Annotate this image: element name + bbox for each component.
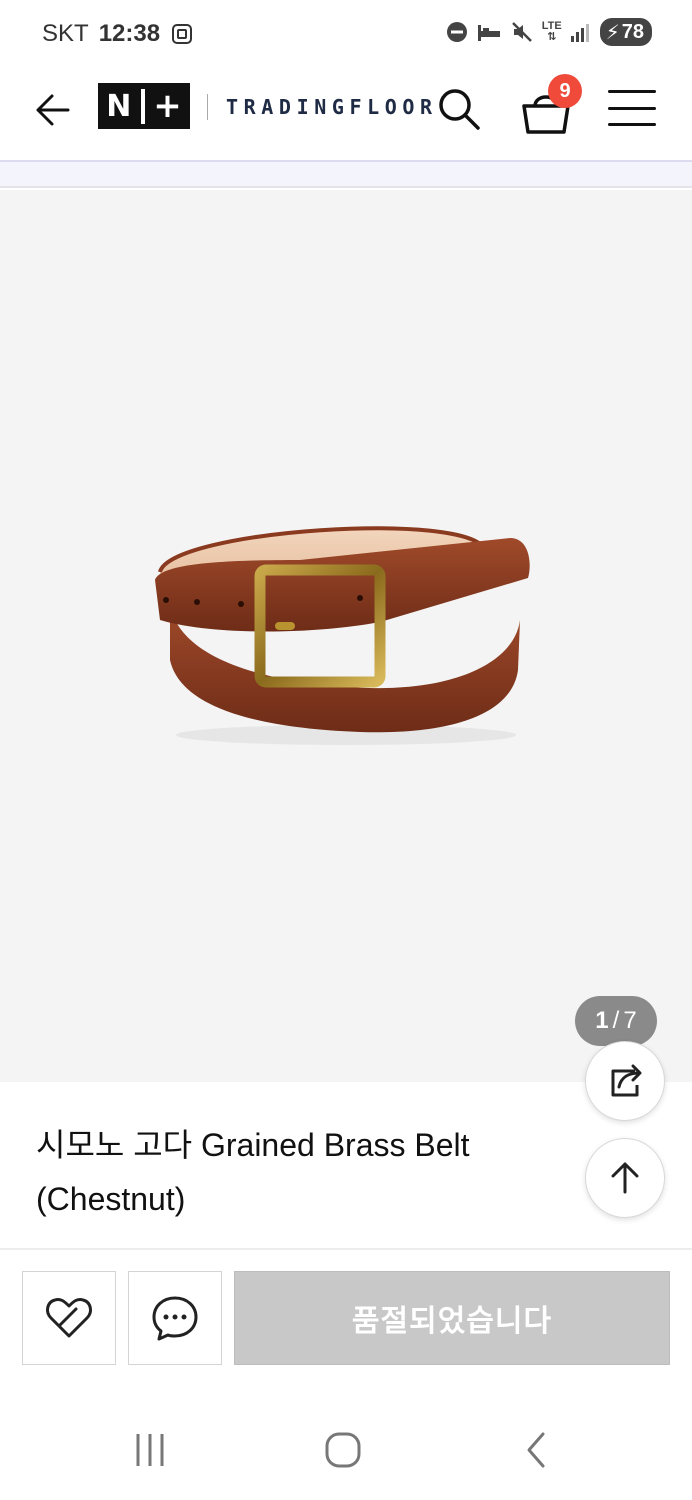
share-icon bbox=[611, 1064, 642, 1097]
clock-label: 12:38 bbox=[98, 20, 161, 47]
logo-n: N bbox=[106, 88, 146, 124]
mute-icon bbox=[510, 20, 534, 44]
home-button[interactable] bbox=[318, 1428, 368, 1472]
system-back-button[interactable] bbox=[512, 1428, 562, 1472]
brand-logo[interactable]: N + bbox=[98, 83, 190, 129]
menu-line bbox=[608, 90, 656, 93]
menu-line bbox=[608, 123, 656, 126]
charging-icon: ⚡ bbox=[605, 21, 620, 44]
header-sub-band bbox=[0, 162, 692, 188]
product-title: 시모노 고다 Grained Brass Belt (Chestnut) bbox=[36, 1127, 470, 1217]
status-right: LTE ⇅ ⚡ 78 bbox=[446, 18, 652, 46]
purchase-action-bar: 품절되었습니다 bbox=[0, 1250, 692, 1380]
recents-button[interactable] bbox=[125, 1428, 175, 1472]
soldout-button[interactable]: 품절되었습니다 bbox=[234, 1271, 670, 1365]
menu-button[interactable] bbox=[606, 86, 658, 130]
dnd-icon bbox=[446, 21, 468, 43]
heart-tag-icon bbox=[46, 1298, 92, 1338]
brand-name: TRADINGFLOOR bbox=[226, 95, 438, 119]
product-image bbox=[155, 526, 530, 745]
battery-level: 78 bbox=[621, 20, 644, 43]
status-left: SKT 12:38 bbox=[42, 20, 194, 48]
battery-indicator: ⚡ 78 bbox=[599, 18, 652, 46]
counter-total: 7 bbox=[623, 1007, 637, 1034]
recents-icon bbox=[136, 1434, 164, 1466]
image-counter: 1 / 7 bbox=[575, 996, 657, 1046]
chat-bubble-icon bbox=[152, 1296, 198, 1341]
data-arrows-icon: ⇅ bbox=[547, 31, 557, 43]
search-icon bbox=[439, 89, 480, 130]
logo-divider bbox=[207, 94, 208, 120]
chevron-left-icon bbox=[527, 1432, 545, 1468]
search-button[interactable] bbox=[432, 82, 486, 136]
lte-icon: LTE ⇅ bbox=[542, 21, 562, 43]
scroll-top-button[interactable] bbox=[585, 1138, 665, 1218]
carrier-label: SKT bbox=[42, 20, 89, 47]
counter-current: 1 bbox=[595, 1007, 609, 1034]
cart-count-badge: 9 bbox=[548, 74, 582, 108]
sleep-icon bbox=[476, 21, 502, 43]
share-button[interactable] bbox=[585, 1041, 665, 1121]
menu-line bbox=[608, 106, 656, 110]
home-icon bbox=[325, 1432, 361, 1468]
back-button[interactable] bbox=[28, 86, 76, 134]
screenshot-icon bbox=[170, 22, 194, 46]
product-image-gallery[interactable] bbox=[0, 190, 692, 1082]
wishlist-button[interactable] bbox=[22, 1271, 116, 1365]
arrow-up-icon bbox=[611, 1162, 639, 1194]
arrow-left-icon bbox=[36, 94, 70, 126]
inquiry-button[interactable] bbox=[128, 1271, 222, 1365]
counter-separator: / bbox=[612, 1007, 620, 1034]
system-navigation-bar bbox=[0, 1400, 692, 1500]
logo-plus: + bbox=[153, 86, 182, 126]
signal-icon bbox=[570, 21, 592, 43]
app-header: N + TRADINGFLOOR 9 bbox=[0, 66, 692, 162]
status-bar: SKT 12:38 LTE ⇅ ⚡ 78 bbox=[0, 0, 692, 66]
